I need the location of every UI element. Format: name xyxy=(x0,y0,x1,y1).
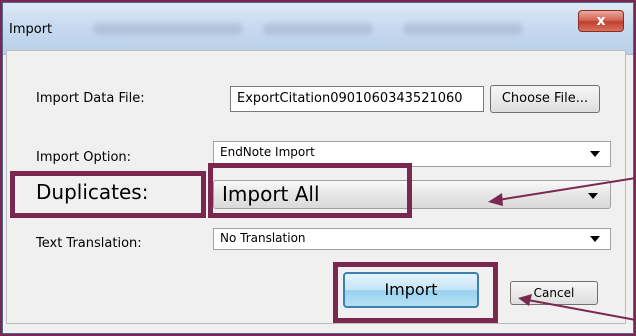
duplicates-select-highlight xyxy=(208,163,412,218)
chevron-down-icon xyxy=(590,151,600,157)
import-button-highlight xyxy=(333,262,498,323)
close-icon: x xyxy=(596,13,606,29)
chevron-down-icon xyxy=(588,193,598,199)
text-translation-label: Text Translation: xyxy=(36,236,142,251)
text-translation-select[interactable]: No Translation xyxy=(213,228,611,250)
title-bar[interactable]: Import x xyxy=(3,3,633,55)
choose-file-button[interactable]: Choose File... xyxy=(490,85,600,113)
background-tab-blur xyxy=(403,23,523,35)
chevron-down-icon xyxy=(590,236,600,242)
background-tab-blur xyxy=(93,23,243,35)
close-button[interactable]: x xyxy=(578,10,624,32)
import-data-file-label: Import Data File: xyxy=(36,91,145,106)
cancel-button[interactable]: Cancel xyxy=(510,281,598,305)
text-translation-value: No Translation xyxy=(220,231,306,245)
dialog-title: Import xyxy=(9,22,53,37)
import-option-label: Import Option: xyxy=(36,150,132,165)
import-data-file-field[interactable]: ExportCitation0901060343521060 xyxy=(230,86,484,112)
import-option-value: EndNote Import xyxy=(220,145,315,159)
duplicates-label-highlight xyxy=(10,171,206,218)
background-tab-blur xyxy=(263,23,373,35)
